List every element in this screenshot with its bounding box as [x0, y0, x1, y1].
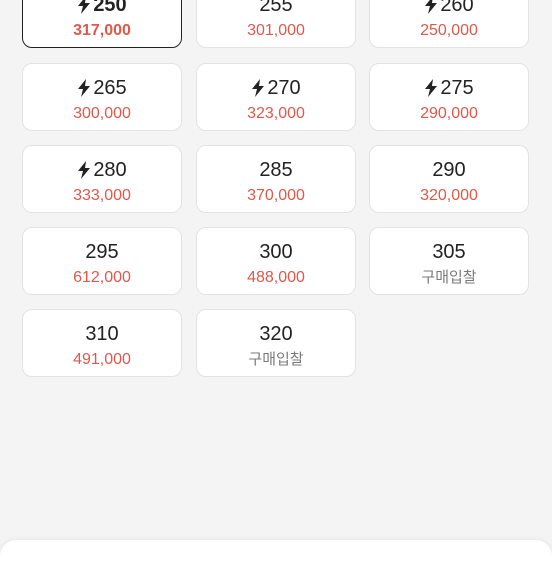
size-label: 320 [259, 323, 293, 345]
size-label: 280 [23, 158, 181, 182]
size-option-300[interactable]: 300 488,000 [196, 227, 356, 295]
price-label: 333,000 [73, 187, 131, 204]
price-label: 491,000 [73, 351, 131, 368]
lightning-bolt-icon [424, 0, 438, 14]
size-label: 300 [259, 241, 293, 263]
size-option-305[interactable]: 305 구매입찰 [369, 227, 529, 295]
price-label: 250,000 [420, 22, 478, 39]
lightning-bolt-icon [424, 79, 438, 97]
size-option-320[interactable]: 320 구매입찰 [196, 309, 356, 377]
size-label: 255 [259, 0, 293, 16]
size-option-290[interactable]: 290 320,000 [369, 145, 529, 213]
size-label: 305 [432, 241, 466, 263]
size-option-280[interactable]: 280 333,000 [22, 145, 182, 213]
price-label: 301,000 [247, 22, 305, 39]
lightning-bolt-icon [77, 0, 91, 14]
size-label: 310 [85, 323, 119, 345]
price-label: 612,000 [73, 269, 131, 286]
price-label: 323,000 [247, 105, 305, 122]
size-label: 290 [432, 159, 466, 181]
size-label: 260 [370, 0, 528, 17]
size-option-285[interactable]: 285 370,000 [196, 145, 356, 213]
price-label: 370,000 [247, 187, 305, 204]
size-option-250[interactable]: 250 317,000 [22, 0, 182, 48]
size-option-275[interactable]: 275 290,000 [369, 63, 529, 131]
bid-label: 구매입찰 [248, 351, 304, 368]
size-label: 250 [23, 0, 181, 17]
size-option-270[interactable]: 270 323,000 [196, 63, 356, 131]
size-label: 270 [197, 76, 355, 100]
price-label: 488,000 [247, 269, 305, 286]
price-label: 320,000 [420, 187, 478, 204]
size-label: 275 [370, 76, 528, 100]
bid-label: 구매입찰 [421, 269, 477, 286]
size-label: 265 [23, 76, 181, 100]
lightning-bolt-icon [77, 161, 91, 179]
size-option-265[interactable]: 265 300,000 [22, 63, 182, 131]
size-label: 295 [85, 241, 119, 263]
price-label: 317,000 [73, 22, 131, 39]
bottom-sheet [0, 540, 552, 580]
lightning-bolt-icon [251, 79, 265, 97]
lightning-bolt-icon [77, 79, 91, 97]
size-option-260[interactable]: 260 250,000 [369, 0, 529, 48]
size-label: 285 [259, 159, 293, 181]
size-option-310[interactable]: 310 491,000 [22, 309, 182, 377]
price-label: 290,000 [420, 105, 478, 122]
size-option-295[interactable]: 295 612,000 [22, 227, 182, 295]
price-label: 300,000 [73, 105, 131, 122]
size-option-255[interactable]: 255 301,000 [196, 0, 356, 48]
